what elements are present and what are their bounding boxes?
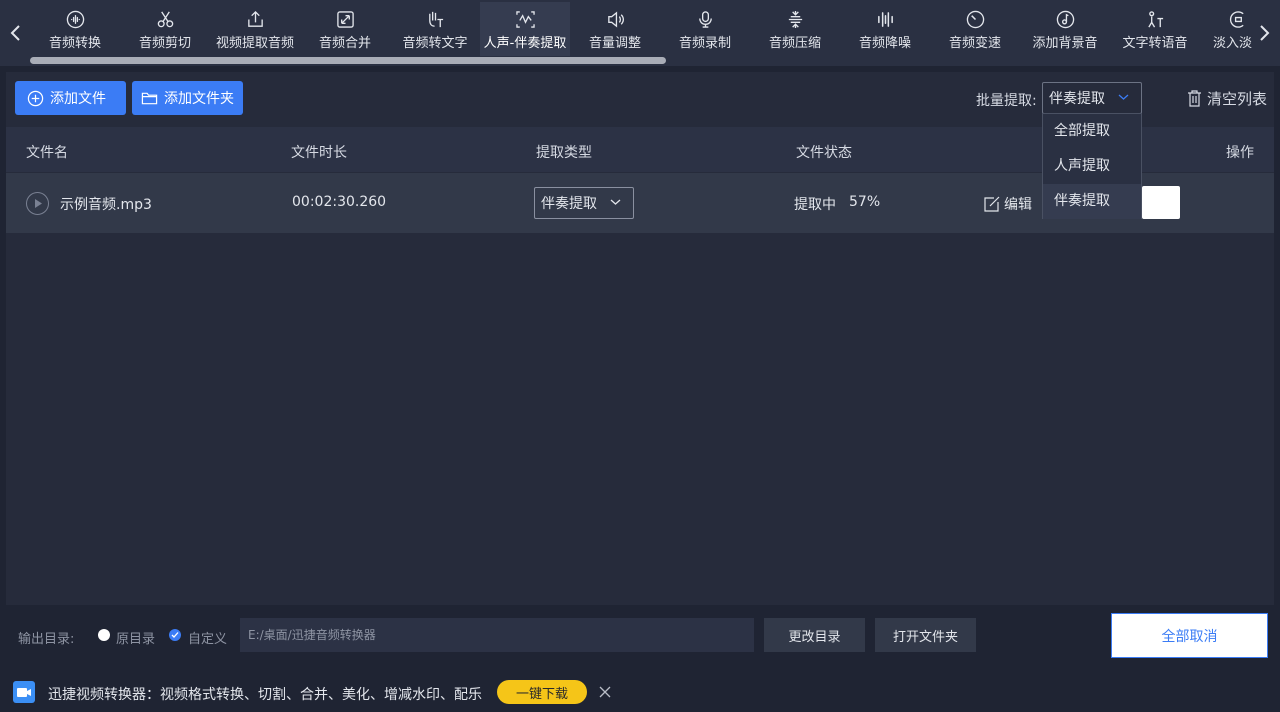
file-duration: 00:02:30.260 <box>292 194 387 210</box>
column-header-duration: 文件时长 <box>291 145 347 161</box>
tool-label: 音量调整 <box>588 36 641 51</box>
chevron-down-icon <box>610 199 621 205</box>
add-folder-label: 添加文件夹 <box>164 91 234 107</box>
speed-clock-icon <box>965 9 985 29</box>
tool-audio-to-text[interactable]: 音频转文字 <box>390 2 480 56</box>
tool-label: 音频转换 <box>48 36 101 51</box>
add-file-label: 添加文件 <box>50 91 106 107</box>
clear-list-button[interactable]: 清空列表 <box>1187 88 1267 109</box>
scissors-icon <box>155 9 175 29</box>
music-note-icon <box>1055 9 1075 29</box>
ad-text: 迅捷视频转换器：视频格式转换、切割、合并、美化、增减水印、配乐 <box>48 687 482 703</box>
edit-icon <box>984 196 1000 212</box>
row-action-button[interactable] <box>1142 186 1180 219</box>
radio-custom-label: 自定义 <box>188 632 228 647</box>
tool-label: 音频降噪 <box>858 36 911 51</box>
tool-label: 音频转文字 <box>402 36 468 51</box>
text-speech-icon <box>1145 9 1165 29</box>
tool-label: 人声-伴奏提取 <box>483 36 567 51</box>
tool-fade[interactable]: 淡入淡 <box>1200 2 1255 56</box>
play-icon <box>35 199 42 208</box>
tool-label: 音频录制 <box>678 36 731 51</box>
file-name: 示例音频.mp3 <box>60 197 152 213</box>
tool-label: 添加背景音 <box>1032 36 1098 51</box>
change-dir-button[interactable]: 更改目录 <box>764 618 865 652</box>
tool-audio-speed[interactable]: 音频变速 <box>930 2 1020 56</box>
tool-list: 音频转换 音频剪切 视频提取音频 音频合并 音频转文字 人声-伴奏提取 音量调整 <box>30 0 1255 58</box>
tool-audio-cut[interactable]: 音频剪切 <box>120 2 210 56</box>
radio-original-label: 原目录 <box>116 632 156 647</box>
tool-label: 视频提取音频 <box>215 36 294 51</box>
play-button[interactable] <box>26 192 49 215</box>
speaker-icon <box>605 9 625 29</box>
tool-label: 音频压缩 <box>768 36 821 51</box>
hand-text-icon <box>425 9 445 29</box>
tool-audio-convert[interactable]: 音频转换 <box>30 2 120 56</box>
batch-extract-label: 批量提取: <box>976 93 1037 109</box>
check-icon <box>171 632 179 638</box>
dropdown-option-vocal[interactable]: 人声提取 <box>1043 149 1141 184</box>
upload-icon <box>245 9 265 29</box>
tool-label: 音频剪切 <box>138 36 191 51</box>
plus-circle-icon <box>27 90 44 106</box>
radio-custom-dir[interactable] <box>169 629 181 641</box>
tool-volume-adjust[interactable]: 音量调整 <box>570 2 660 56</box>
video-converter-logo-icon <box>13 681 35 703</box>
output-path-input[interactable] <box>240 618 754 652</box>
tool-label: 淡入淡 <box>1212 36 1252 51</box>
tool-text-to-speech[interactable]: 文字转语音 <box>1110 2 1200 56</box>
scroll-left-button[interactable] <box>5 18 25 48</box>
extract-type-select[interactable]: 伴奏提取 <box>534 187 634 219</box>
folder-icon <box>141 92 158 104</box>
tool-audio-merge[interactable]: 音频合并 <box>300 2 390 56</box>
edit-label: 编辑 <box>1004 197 1032 213</box>
column-header-status: 文件状态 <box>796 145 852 161</box>
open-folder-button[interactable]: 打开文件夹 <box>875 618 976 652</box>
waveform-circle-icon <box>65 9 85 29</box>
scroll-right-button[interactable] <box>1255 18 1275 48</box>
add-folder-button[interactable]: 添加文件夹 <box>132 81 243 115</box>
dropdown-option-all[interactable]: 全部提取 <box>1043 114 1141 149</box>
trash-icon <box>1188 90 1201 107</box>
output-dir-label: 输出目录: <box>18 632 75 647</box>
tool-label: 音频合并 <box>318 36 371 51</box>
chevron-down-icon <box>1118 94 1129 100</box>
chevron-right-icon <box>1260 25 1270 41</box>
tool-video-extract[interactable]: 视频提取音频 <box>210 2 300 56</box>
microphone-icon <box>695 9 715 29</box>
column-header-actions: 操作 <box>1226 145 1254 161</box>
compress-icon <box>785 9 805 29</box>
tool-vocal-extract[interactable]: 人声-伴奏提取 <box>480 2 570 56</box>
batch-extract-select[interactable]: 伴奏提取 <box>1042 82 1142 114</box>
edit-button[interactable]: 编辑 <box>984 194 1032 214</box>
tool-add-background[interactable]: 添加背景音 <box>1020 2 1110 56</box>
clear-list-label: 清空列表 <box>1207 90 1268 108</box>
batch-extract-value: 伴奏提取 <box>1049 91 1105 107</box>
column-header-type: 提取类型 <box>536 145 592 161</box>
tool-noise-reduce[interactable]: 音频降噪 <box>840 2 930 56</box>
ad-download-button[interactable]: 一键下载 <box>497 680 587 704</box>
fade-icon <box>1228 9 1248 29</box>
radio-original-dir[interactable] <box>98 629 110 641</box>
close-icon[interactable] <box>598 685 612 699</box>
batch-extract-dropdown: 全部提取 人声提取 伴奏提取 <box>1042 113 1142 219</box>
merge-arrows-icon <box>335 9 355 29</box>
dropdown-option-accompaniment[interactable]: 伴奏提取 <box>1043 184 1141 219</box>
tool-audio-compress[interactable]: 音频压缩 <box>750 2 840 56</box>
column-header-filename: 文件名 <box>26 145 68 161</box>
top-toolbar: 音频转换 音频剪切 视频提取音频 音频合并 音频转文字 人声-伴奏提取 音量调整 <box>0 0 1280 66</box>
file-progress: 57% <box>849 194 881 210</box>
extract-type-value: 伴奏提取 <box>541 196 597 212</box>
add-file-button[interactable]: 添加文件 <box>15 81 126 115</box>
cancel-all-button[interactable]: 全部取消 <box>1111 613 1268 658</box>
toolbar-scrollbar[interactable] <box>30 57 666 64</box>
wave-separate-icon <box>515 9 535 29</box>
noise-bars-icon <box>875 9 895 29</box>
file-status: 提取中 <box>794 197 836 213</box>
tool-label: 文字转语音 <box>1122 36 1188 51</box>
tool-label: 音频变速 <box>948 36 1001 51</box>
tool-audio-record[interactable]: 音频录制 <box>660 2 750 56</box>
chevron-left-icon <box>10 25 20 41</box>
